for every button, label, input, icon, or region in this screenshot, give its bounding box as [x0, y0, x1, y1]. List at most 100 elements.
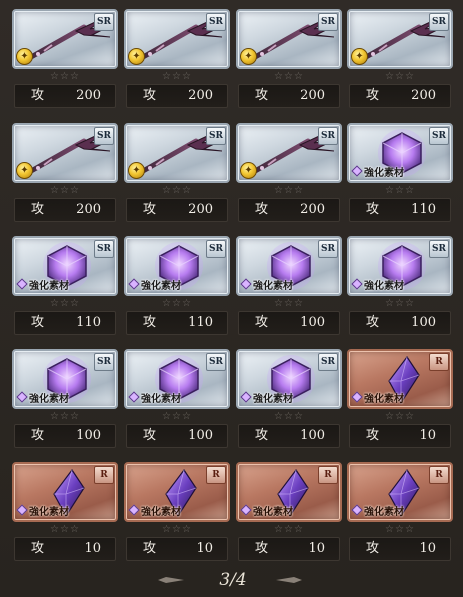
- page-prev-arrow-icon[interactable]: [158, 577, 184, 583]
- star-rating-icon: ☆☆☆: [50, 411, 80, 422]
- attack-label: 攻: [31, 88, 45, 103]
- inventory-card[interactable]: SR 強化素材 ☆☆☆ 攻 100: [347, 236, 453, 337]
- rarity-badge: SR: [94, 240, 114, 258]
- attack-label: 攻: [366, 202, 380, 217]
- attack-stat-box: 攻 200: [14, 198, 116, 222]
- inventory-card[interactable]: R 強化素材 ☆☆☆ 攻 10: [347, 349, 453, 450]
- inventory-card[interactable]: SR 強化素材 ☆☆☆ 攻 110: [124, 236, 230, 337]
- attack-label: 攻: [366, 428, 380, 443]
- attack-stat-box: 攻 100: [238, 424, 340, 448]
- inventory-card[interactable]: SR 強化素材 ☆☆☆ 攻 100: [236, 349, 342, 450]
- card-thumbnail[interactable]: SR 強化素材: [12, 349, 118, 409]
- inventory-card[interactable]: SR ✦ ☆☆☆ 攻 200: [236, 9, 342, 110]
- diamond-icon: [240, 278, 252, 290]
- attack-label: 攻: [31, 428, 45, 443]
- attack-stat-box: 攻 10: [238, 537, 340, 561]
- inventory-card[interactable]: R 強化素材 ☆☆☆ 攻 10: [12, 462, 118, 563]
- rarity-badge: SR: [206, 353, 226, 371]
- attack-label: 攻: [255, 315, 269, 330]
- diamond-icon: [240, 391, 252, 403]
- inventory-card[interactable]: SR 強化素材 ☆☆☆ 攻 110: [347, 123, 453, 224]
- card-thumbnail[interactable]: SR 強化素材: [236, 349, 342, 409]
- rarity-badge: SR: [94, 13, 114, 31]
- material-label: 強化素材: [29, 507, 69, 518]
- attack-value: 200: [188, 202, 213, 217]
- inventory-card[interactable]: SR ✦ ☆☆☆ 攻 200: [12, 123, 118, 224]
- attack-value: 110: [76, 315, 101, 330]
- inventory-card[interactable]: SR ✦ ☆☆☆ 攻 200: [236, 123, 342, 224]
- diamond-icon: [16, 504, 28, 516]
- rarity-badge: SR: [94, 127, 114, 145]
- attack-stat-box: 攻 200: [238, 198, 340, 222]
- material-label: 強化素材: [364, 394, 404, 405]
- card-thumbnail[interactable]: R 強化素材: [347, 462, 453, 522]
- card-thumbnail[interactable]: SR ✦: [236, 9, 342, 69]
- attack-value: 10: [419, 428, 436, 443]
- card-thumbnail[interactable]: SR ✦: [12, 9, 118, 69]
- inventory-card[interactable]: R 強化素材 ☆☆☆ 攻 10: [347, 462, 453, 563]
- inventory-card[interactable]: SR 強化素材 ☆☆☆ 攻 100: [12, 349, 118, 450]
- card-thumbnail[interactable]: SR ✦: [347, 9, 453, 69]
- attack-value: 10: [419, 541, 436, 556]
- card-thumbnail[interactable]: R 強化素材: [347, 349, 453, 409]
- star-rating-icon: ☆☆☆: [50, 524, 80, 535]
- page-indicator: 3/4: [219, 570, 247, 590]
- star-rating-icon: ☆☆☆: [274, 524, 304, 535]
- card-thumbnail[interactable]: R 強化素材: [12, 462, 118, 522]
- card-thumbnail[interactable]: R 強化素材: [124, 462, 230, 522]
- rarity-badge: SR: [429, 240, 449, 258]
- gold-coin-icon: ✦: [351, 48, 368, 65]
- card-thumbnail[interactable]: SR ✦: [12, 123, 118, 183]
- star-rating-icon: ☆☆☆: [162, 71, 192, 82]
- inventory-card[interactable]: R 強化素材 ☆☆☆ 攻 10: [124, 462, 230, 563]
- rarity-badge: R: [206, 466, 226, 484]
- rarity-badge: SR: [206, 13, 226, 31]
- card-thumbnail[interactable]: SR 強化素材: [347, 123, 453, 183]
- attack-value: 200: [300, 202, 325, 217]
- attack-value: 200: [188, 88, 213, 103]
- star-rating-icon: ☆☆☆: [50, 298, 80, 309]
- attack-stat-box: 攻 110: [126, 311, 228, 335]
- material-label: 強化素材: [253, 394, 293, 405]
- star-rating-icon: ☆☆☆: [50, 185, 80, 196]
- attack-label: 攻: [143, 315, 157, 330]
- inventory-card[interactable]: SR ✦ ☆☆☆ 攻 200: [347, 9, 453, 110]
- material-label: 強化素材: [29, 281, 69, 292]
- card-thumbnail[interactable]: SR 強化素材: [12, 236, 118, 296]
- material-tag: 強化素材: [16, 278, 69, 293]
- card-thumbnail[interactable]: SR 強化素材: [236, 236, 342, 296]
- diamond-icon: [351, 391, 363, 403]
- card-thumbnail[interactable]: SR ✦: [236, 123, 342, 183]
- rarity-badge: R: [429, 466, 449, 484]
- card-thumbnail[interactable]: SR 強化素材: [124, 236, 230, 296]
- page-next-arrow-icon[interactable]: [276, 577, 302, 583]
- inventory-card[interactable]: SR ✦ ☆☆☆ 攻 200: [124, 123, 230, 224]
- inventory-card[interactable]: SR 強化素材 ☆☆☆ 攻 100: [236, 236, 342, 337]
- diamond-icon: [128, 278, 140, 290]
- gold-coin-icon: ✦: [16, 48, 33, 65]
- card-thumbnail[interactable]: SR 強化素材: [347, 236, 453, 296]
- inventory-card[interactable]: SR ✦ ☆☆☆ 攻 200: [124, 9, 230, 110]
- star-rating-icon: ☆☆☆: [162, 411, 192, 422]
- attack-stat-box: 攻 110: [349, 198, 451, 222]
- gold-coin-icon: ✦: [16, 162, 33, 179]
- card-thumbnail[interactable]: SR 強化素材: [124, 349, 230, 409]
- star-rating-icon: ☆☆☆: [162, 524, 192, 535]
- inventory-card[interactable]: SR ✦ ☆☆☆ 攻 200: [12, 9, 118, 110]
- attack-stat-box: 攻 100: [14, 424, 116, 448]
- inventory-card[interactable]: SR 強化素材 ☆☆☆ 攻 110: [12, 236, 118, 337]
- material-label: 強化素材: [29, 394, 69, 405]
- material-label: 強化素材: [141, 281, 181, 292]
- attack-value: 10: [84, 541, 101, 556]
- card-thumbnail[interactable]: SR ✦: [124, 123, 230, 183]
- inventory-card[interactable]: SR 強化素材 ☆☆☆ 攻 100: [124, 349, 230, 450]
- attack-label: 攻: [143, 202, 157, 217]
- rarity-badge: SR: [94, 353, 114, 371]
- rarity-badge: R: [429, 353, 449, 371]
- diamond-icon: [16, 391, 28, 403]
- card-thumbnail[interactable]: SR ✦: [124, 9, 230, 69]
- material-label: 強化素材: [141, 507, 181, 518]
- diamond-icon: [351, 278, 363, 290]
- card-thumbnail[interactable]: R 強化素材: [236, 462, 342, 522]
- inventory-card[interactable]: R 強化素材 ☆☆☆ 攻 10: [236, 462, 342, 563]
